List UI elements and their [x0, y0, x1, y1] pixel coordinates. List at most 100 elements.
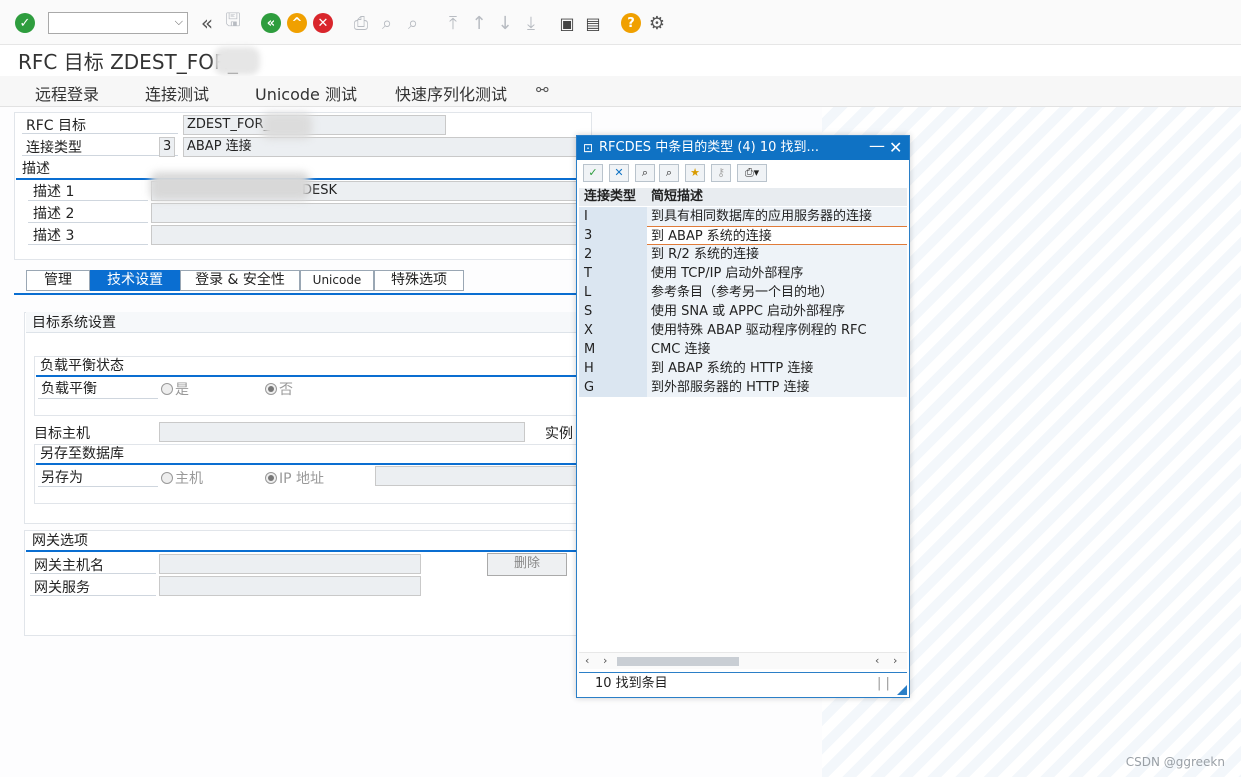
save-db-title: 另存至数据库 [40, 446, 124, 462]
tab-unicode[interactable]: Unicode [300, 270, 374, 291]
scroll-left-icon[interactable]: ‹ [875, 654, 879, 667]
save-db-header: 另存至数据库 [36, 443, 586, 465]
list-item-selected[interactable]: 3到 ABAP 系统的连接 [579, 226, 907, 245]
exit-icon: ^ [287, 13, 307, 33]
command-field[interactable]: ⌵ [48, 12, 188, 34]
list-item[interactable]: H到 ABAP 系统的 HTTP 连接 [579, 359, 907, 378]
list-item[interactable]: L 参考条目（参考另一个目的地） [579, 283, 907, 302]
list-item[interactable]: S 使用 SNA 或 APPC 启动外部程序 [579, 302, 907, 321]
list-item[interactable]: T 使用 TCP/IP 启动外部程序 [579, 264, 907, 283]
prev-page-icon[interactable]: ↑ [468, 12, 490, 34]
save-as-host-radio[interactable]: 主机 [161, 468, 203, 488]
menu-unicode-test[interactable]: Unicode 测试 [255, 81, 357, 105]
tab-special-options[interactable]: 特殊选项 [374, 270, 464, 291]
ip-address-field[interactable] [375, 466, 583, 486]
radio-selected-icon [265, 472, 277, 484]
minimize-icon[interactable]: — [869, 134, 885, 158]
scroll-right-icon[interactable]: › [893, 654, 897, 667]
gateway-host-field[interactable] [159, 554, 421, 574]
new-session-icon[interactable]: ▣ [556, 12, 578, 34]
dialog-title: RFCDES 中条目的类型 (4) 10 找到... [599, 140, 819, 155]
lb-yes-radio[interactable]: 是 [161, 379, 189, 399]
print-icon[interactable]: ⎙▾ [737, 164, 767, 182]
tab-technical-settings[interactable]: 技术设置 [90, 270, 180, 291]
target-host-label: 目标主机 [34, 426, 90, 442]
first-page-icon[interactable]: ⤒ [442, 12, 464, 34]
conn-type-code-field[interactable]: 3 [159, 137, 175, 157]
print-icon[interactable]: ⎙ [350, 12, 372, 34]
menu-fast-serialization-test[interactable]: 快速序列化测试 [395, 81, 507, 105]
find-next-icon[interactable]: ⌕ [659, 164, 679, 182]
key-icon[interactable]: ⚷ [711, 164, 731, 182]
gateway-host-label: 网关主机名 [34, 558, 104, 574]
tab-logon-security[interactable]: 登录 & 安全性 [180, 270, 300, 291]
dialog-status: 10 找到条目 | | [579, 672, 907, 695]
gear-icon[interactable]: ⚙ [646, 12, 668, 34]
gateway-service-field[interactable] [159, 576, 421, 596]
next-page-icon[interactable]: ↓ [494, 12, 516, 34]
save-as-label: 另存为 [41, 470, 83, 486]
target-system-title: 目标系统设置 [32, 315, 116, 331]
scroll-right-icon[interactable]: › [603, 654, 607, 667]
resize-handle-icon[interactable] [897, 685, 907, 695]
find-icon[interactable]: ⌕ [376, 12, 398, 34]
list-item[interactable]: 2到 R/2 系统的连接 [579, 245, 907, 264]
dialog-titlebar: ⊡ RFCDES 中条目的类型 (4) 10 找到... — ✕ [577, 136, 909, 160]
load-balance-label: 负载平衡 [41, 381, 97, 397]
tab-underline [14, 293, 590, 295]
load-balance-status-title: 负载平衡状态 [40, 358, 124, 374]
delete-button[interactable]: 删除 [487, 553, 567, 576]
list-item[interactable]: G 到外部服务器的 HTTP 连接 [579, 378, 907, 397]
desc2-field[interactable] [151, 203, 583, 223]
conn-type-label: 连接类型 [26, 140, 82, 156]
redaction [214, 47, 260, 75]
list-item[interactable]: M CMC 连接 [579, 340, 907, 359]
save-as-ip-radio[interactable]: IP 地址 [265, 468, 324, 488]
lb-no-radio[interactable]: 否 [265, 379, 293, 399]
close-icon[interactable]: ✕ [889, 136, 902, 160]
target-host-field[interactable] [159, 422, 525, 442]
list-item[interactable]: X 使用特殊 ABAP 驱动程序例程的 RFC [579, 321, 907, 340]
scroll-left-icon[interactable]: ‹ [585, 654, 589, 667]
horizontal-scrollbar[interactable]: ‹ › ‹ › [579, 652, 907, 669]
add-favorite-icon[interactable]: ★ [685, 164, 705, 182]
collapse-icon[interactable]: « [196, 11, 218, 35]
back-button[interactable]: « [260, 12, 282, 34]
cancel-icon[interactable]: ✕ [609, 164, 629, 182]
shortcut-icon[interactable]: ▤ [582, 12, 604, 34]
checkmark-icon: ✓ [15, 13, 35, 33]
list-item[interactable]: I 到具有相同数据库的应用服务器的连接 [579, 207, 907, 226]
last-page-icon[interactable]: ⤓ [520, 12, 542, 34]
desc2-label: 描述 2 [33, 206, 75, 222]
rfc-dest-field[interactable]: ZDEST_FOR_ [183, 115, 446, 135]
menu-connection-test[interactable]: 连接测试 [145, 81, 209, 105]
cancel-icon: ✕ [313, 13, 333, 33]
find-next-icon[interactable]: ⌕ [402, 12, 424, 34]
dialog-icon: ⊡ [583, 141, 594, 155]
find-icon[interactable]: ⌕ [635, 164, 655, 182]
confirm-icon[interactable]: ✓ [583, 164, 603, 182]
cancel-button[interactable]: ✕ [312, 12, 334, 34]
radio-icon [161, 472, 173, 484]
col-short-desc: 简短描述 [651, 189, 704, 204]
radio-icon [161, 383, 173, 395]
application-toolbar: 远程登录 连接测试 Unicode 测试 快速序列化测试 ⚯ [0, 76, 1241, 107]
menu-remote-logon[interactable]: 远程登录 [35, 81, 99, 105]
help-button[interactable]: ? [620, 12, 642, 34]
load-balance-header: 负载平衡状态 [36, 355, 586, 377]
entries-found-text: 10 找到条目 [595, 676, 668, 691]
system-toolbar: ✓ ⌵ « 🖫 « ^ ✕ ⎙ ⌕ ⌕ ⤒ ↑ ↓ ⤓ ▣ ▤ ? ⚙ [0, 0, 1241, 45]
tab-administration[interactable]: 管理 [26, 270, 90, 291]
desc3-label: 描述 3 [33, 228, 75, 244]
save-icon[interactable]: 🖫 [222, 10, 244, 34]
rfc-dest-label: RFC 目标 [26, 118, 87, 134]
enter-button[interactable]: ✓ [14, 12, 36, 34]
gateway-title: 网关选项 [32, 533, 88, 549]
exit-button[interactable]: ^ [286, 12, 308, 34]
redaction [150, 172, 310, 200]
desc3-field[interactable] [151, 225, 583, 245]
back-icon: « [261, 13, 281, 33]
watermark: CSDN @ggreekn [1125, 755, 1225, 769]
scroll-thumb[interactable] [617, 657, 739, 666]
glasses-icon[interactable]: ⚯ [536, 81, 549, 99]
